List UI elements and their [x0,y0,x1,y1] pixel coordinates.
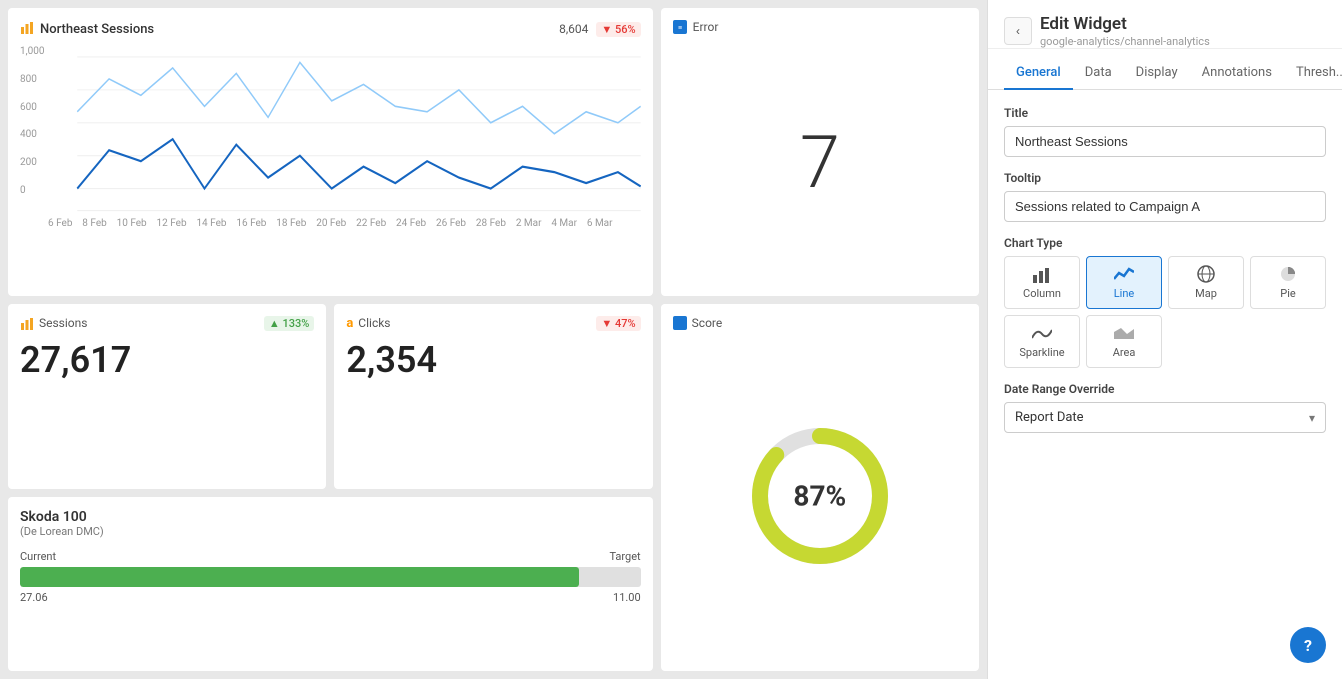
tab-threshold[interactable]: Thresh... [1284,57,1342,90]
map-chart-icon [1196,265,1216,283]
chart-type-map[interactable]: Map [1168,256,1244,309]
score-icon [673,316,687,330]
sessions-widget: Sessions ▲ 133% 27,617 [8,304,326,490]
gauge-current-val: 27.06 [20,591,48,604]
chart-header: Northeast Sessions 8,604 ▼ 56% [20,20,641,38]
sessions-bar-icon [20,20,34,38]
sessions-header: Sessions ▲ 133% [20,316,314,331]
title-field-label: Title [1004,106,1326,120]
chart-type-label: Chart Type [1004,236,1326,250]
chart-stats: 8,604 ▼ 56% [559,22,641,37]
date-range-label: Date Range Override [1004,382,1326,396]
error-value: 7 [673,42,967,284]
gauge-title: Skoda 100 [20,509,641,525]
clicks-badge: ▼ 47% [596,316,640,331]
date-range-value: Report Date [1015,410,1084,425]
column-label: Column [1023,287,1061,300]
chart-badge: ▼ 56% [596,22,640,37]
error-text: Error [693,20,719,34]
help-button[interactable]: ? [1290,627,1326,663]
main-chart-widget: Northeast Sessions 8,604 ▼ 56% 1,000 800… [8,8,653,296]
gauge-values: 27.06 11.00 [20,591,641,604]
tooltip-field-label: Tooltip [1004,171,1326,185]
gauge-target-val: 11.00 [613,591,641,604]
edit-body: Title Tooltip Chart Type Column Line [988,90,1342,679]
sparkline-label: Sparkline [1019,346,1064,359]
error-widget: ≡ Error 7 [661,8,979,296]
svg-text:≡: ≡ [678,24,682,32]
clicks-widget: a Clicks ▼ 47% 2,354 [334,304,652,490]
chart-type-grid-row2: Sparkline Area [1004,315,1326,368]
map-label: Map [1195,287,1217,300]
chart-type-sparkline[interactable]: Sparkline [1004,315,1080,368]
sessions-icon [20,316,34,330]
dropdown-arrow-icon: ▾ [1309,411,1315,425]
tab-general[interactable]: General [1004,57,1073,90]
chart-canvas: 1,000 800 600 400 200 0 [20,46,641,216]
tab-display[interactable]: Display [1124,57,1190,90]
donut-value: 87% [793,480,846,513]
edit-panel: ‹ Edit Widget google-analytics/channel-a… [987,0,1342,679]
back-button[interactable]: ‹ [1004,17,1032,45]
chart-title-area: Northeast Sessions [20,20,154,38]
area-chart-icon [1114,324,1134,342]
clicks-value: 2,354 [346,339,640,381]
clicks-name-area: a Clicks [346,316,390,331]
column-chart-icon [1032,265,1052,283]
chart-type-line[interactable]: Line [1086,256,1162,309]
sessions-label: Sessions [39,316,87,330]
donut-chart: 87% [740,416,900,576]
gauge-fill [20,567,579,587]
score-label: Score [692,316,723,330]
edit-title-block: Edit Widget google-analytics/channel-ana… [1040,14,1326,48]
sparkline-icon [1032,324,1052,342]
area-label: Area [1113,346,1136,359]
error-icon: ≡ [673,20,687,34]
sessions-badge: ▲ 133% [264,316,314,331]
chart-type-pie[interactable]: Pie [1250,256,1326,309]
chart-type-grid-row1: Column Line Map [1004,256,1326,309]
line-chart-icon [1114,265,1134,283]
date-range-dropdown[interactable]: Report Date ▾ [1004,402,1326,433]
help-icon: ? [1304,636,1312,655]
gauge-current-target: Current Target [20,550,641,563]
sessions-name-area: Sessions [20,316,87,330]
pie-label: Pie [1280,287,1295,300]
edit-header: ‹ Edit Widget google-analytics/channel-a… [988,0,1342,49]
chart-title: Northeast Sessions [40,22,154,37]
line-label: Line [1114,287,1135,300]
amazon-icon: a [346,316,353,331]
gauge-subtitle: (De Lorean DMC) [20,525,641,538]
score-title-area: Score [673,316,723,330]
gauge-current-label: Current [20,550,56,563]
error-label: ≡ Error [673,20,967,34]
score-widget: Score 87% [661,304,979,671]
chart-value: 8,604 [559,22,588,36]
pie-chart-icon [1278,265,1298,283]
title-input[interactable] [1004,126,1326,157]
gauge-bar [20,567,641,587]
edit-tabs: General Data Display Annotations Thresh.… [988,57,1342,90]
clicks-header: a Clicks ▼ 47% [346,316,640,331]
gauge-target-label: Target [609,550,640,563]
tooltip-input[interactable] [1004,191,1326,222]
tab-data[interactable]: Data [1073,57,1124,90]
edit-panel-subtitle: google-analytics/channel-analytics [1040,35,1326,48]
chart-type-column[interactable]: Column [1004,256,1080,309]
y-axis: 1,000 800 600 400 200 0 [20,46,48,196]
gauge-widget: Skoda 100 (De Lorean DMC) Current Target… [8,497,653,671]
sessions-value: 27,617 [20,339,314,381]
clicks-label: Clicks [358,316,390,330]
back-icon: ‹ [1016,24,1020,38]
chart-type-area[interactable]: Area [1086,315,1162,368]
edit-panel-title: Edit Widget [1040,14,1326,34]
chart-svg [20,46,641,216]
x-axis: 6 Feb 8 Feb 10 Feb 12 Feb 14 Feb 16 Feb … [20,218,641,229]
tab-annotations[interactable]: Annotations [1190,57,1284,90]
